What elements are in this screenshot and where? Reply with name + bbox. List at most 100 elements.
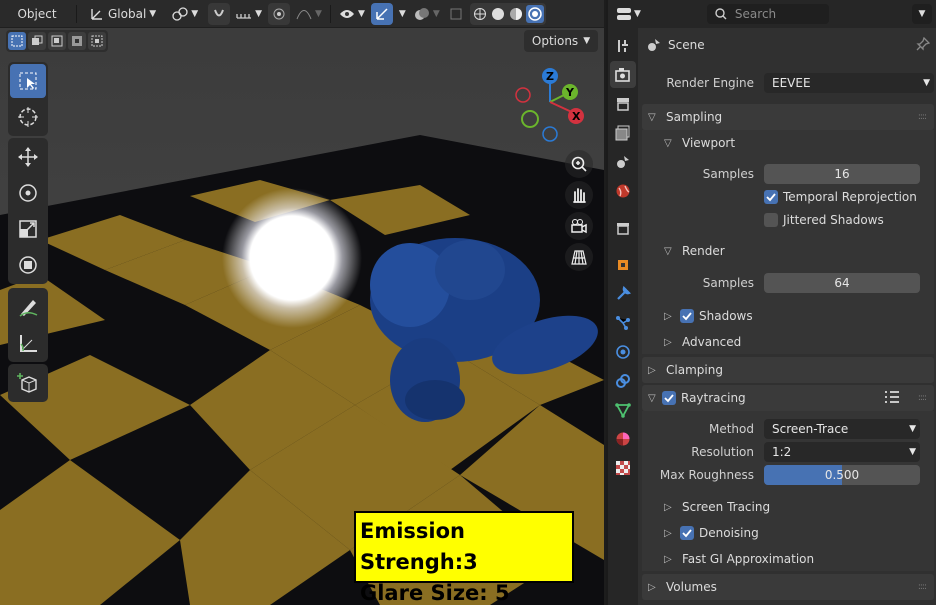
tab-data[interactable] [610,396,636,423]
tab-output[interactable] [610,90,636,117]
tab-material[interactable] [610,425,636,452]
select-new-icon[interactable] [8,32,26,50]
chevron-down-icon: ▼ [634,9,641,19]
options-label: Options [531,34,579,48]
falloff-icon [296,6,312,22]
temporal-reprojection-label: Temporal Reprojection [783,190,917,204]
presets-list-icon[interactable] [884,390,900,407]
chevron-down-icon: ▼ [149,8,157,19]
tab-object[interactable] [610,251,636,278]
jittered-shadows-checkbox[interactable]: Jittered Shadows [764,211,934,229]
chevron-down-icon: ▽ [648,392,656,404]
drag-handle-icon[interactable]: :::: [918,393,927,403]
shading-buttons [469,2,546,25]
rotate-icon[interactable] [10,176,46,210]
snap-target-dropdown[interactable]: ▼ [234,3,264,25]
tab-constraints[interactable] [610,367,636,394]
move-icon[interactable] [10,140,46,174]
add-cube-icon[interactable] [10,366,46,400]
tab-render[interactable] [610,61,636,88]
checkbox-checked-icon[interactable] [680,526,694,540]
select-invert-icon[interactable] [68,32,86,50]
subpanel-shadows-header[interactable]: ▷ Shadows [642,306,934,326]
render-engine-dropdown[interactable]: EEVEE ▼ [764,73,934,93]
subpanel-viewport-header[interactable]: ▽ Viewport [642,132,934,154]
temporal-reprojection-checkbox[interactable]: Temporal Reprojection [764,188,934,206]
select-box-icon[interactable] [10,64,46,98]
chevron-down-icon: ▼ [315,8,322,19]
material-shading-icon[interactable] [508,6,524,22]
render-properties: Scene Render Engine EEVEE ▼ ▽ Sampling :… [642,28,934,605]
subpanel-fast-gi-header[interactable]: ▷ Fast GI Approximation [642,549,934,569]
options-chevron-button[interactable]: ▼ [912,4,932,24]
scale-icon[interactable] [10,212,46,246]
resolution-dropdown[interactable]: 1:2 ▼ [764,442,920,462]
select-extend-icon[interactable] [28,32,46,50]
tab-modifiers[interactable] [610,280,636,307]
viewport-samples-field[interactable]: 16 [764,164,920,184]
tab-tool[interactable] [610,32,636,59]
cursor-icon[interactable] [10,100,46,134]
overlays-dropdown[interactable]: ▼ [412,3,442,25]
tab-view-layer[interactable] [610,119,636,146]
context-label: Scene [668,38,705,52]
gizmo-dropdown[interactable]: ▼ [397,3,408,25]
rendered-shading-icon[interactable] [525,4,544,23]
render-samples-field[interactable]: 64 [764,273,920,293]
search-icon [713,6,729,22]
panel-raytracing-header[interactable]: ▽ Raytracing :::: [642,385,934,411]
zoom-icon[interactable] [565,150,593,178]
annotate-icon[interactable] [10,290,46,324]
tab-texture[interactable] [610,454,636,481]
tab-world[interactable] [610,177,636,204]
drag-handle-icon[interactable]: :::: [918,112,927,122]
increment-icon [236,6,252,22]
checkbox-checked-icon[interactable] [680,309,694,323]
proportional-edit-toggle[interactable] [268,2,291,25]
panel-sampling-header[interactable]: ▽ Sampling :::: [642,104,934,130]
subpanel-screen-tracing-header[interactable]: ▷ Screen Tracing [642,497,934,517]
chevron-right-icon: ▷ [664,336,672,348]
pin-icon[interactable] [916,36,931,54]
method-value: Screen-Trace [772,422,849,436]
tab-particles[interactable] [610,309,636,336]
tab-collection[interactable] [610,214,636,241]
measure-icon[interactable] [10,326,46,360]
wireframe-shading-icon[interactable] [472,6,488,22]
panel-clamping-header[interactable]: ▷ Clamping [642,357,934,383]
pivot-dropdown[interactable]: ▼ [166,3,204,25]
hand-pan-icon[interactable] [565,181,593,209]
gizmo-x-label: X [572,110,581,123]
tab-scene[interactable] [610,148,636,175]
drag-handle-icon[interactable]: :::: [918,582,927,592]
camera-view-icon[interactable] [565,212,593,240]
max-roughness-slider[interactable]: 0.500 [764,465,920,485]
solid-shading-icon[interactable] [490,6,506,22]
editor-type-dropdown[interactable]: ▼ [616,6,641,22]
orientation-dropdown[interactable]: Global ▼ [83,3,162,25]
visibility-dropdown[interactable]: ▼ [337,3,367,25]
select-mode-buttons [6,30,108,52]
navigation-gizmo[interactable]: Z Y X [510,64,590,146]
select-intersect-icon[interactable] [88,32,106,50]
3d-viewport[interactable]: Object Global ▼ ▼ ▼ ▼ ▼ ▼ ▼ Options ▼ Z … [0,0,604,605]
subpanel-denoising-header[interactable]: ▷ Denoising [642,523,934,543]
search-input[interactable]: Search [706,4,829,24]
perspective-grid-icon[interactable] [565,243,593,271]
method-dropdown[interactable]: Screen-Trace ▼ [764,419,920,439]
panel-volumes-title: Volumes [666,580,717,594]
subpanel-advanced-header[interactable]: ▷ Advanced [642,332,934,352]
options-dropdown[interactable]: Options ▼ [524,30,598,52]
mode-dropdown[interactable]: Object [4,2,70,25]
gizmo-toggle[interactable] [370,2,393,25]
panel-volumes-header[interactable]: ▷ Volumes :::: [642,574,934,600]
subpanel-render-header[interactable]: ▽ Render [642,240,934,262]
checkbox-checked-icon[interactable] [662,391,676,405]
render-engine-label: Render Engine [666,76,754,90]
xray-toggle[interactable] [446,3,466,25]
snap-toggle[interactable] [208,2,231,25]
tab-physics[interactable] [610,338,636,365]
falloff-dropdown[interactable]: ▼ [294,3,324,25]
select-subtract-icon[interactable] [48,32,66,50]
transform-icon[interactable] [10,248,46,282]
